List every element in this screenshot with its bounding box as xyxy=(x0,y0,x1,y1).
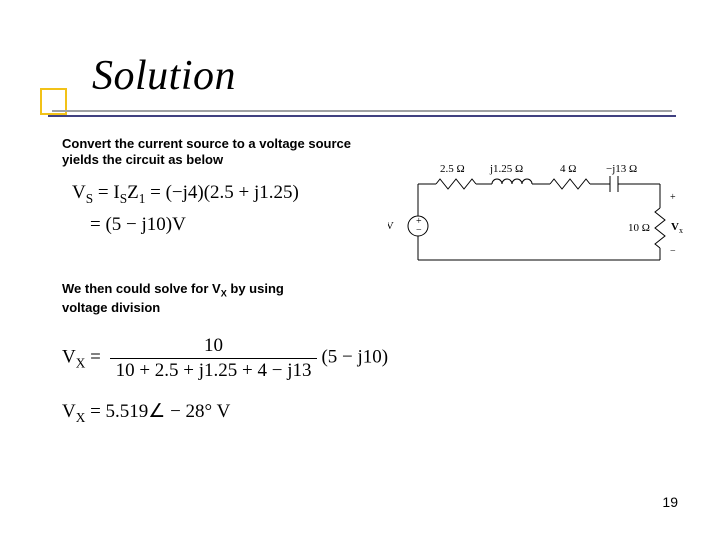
equation-vx-result: VX = 5.519∠ − 28° V xyxy=(62,400,662,426)
slide-title: Solution xyxy=(92,52,236,100)
eq-vs-lhs: V xyxy=(72,182,86,203)
label-vx: Vx xyxy=(671,221,683,235)
stmt-a: We then could solve for V xyxy=(62,281,221,296)
fraction-numerator: 10 xyxy=(110,334,318,358)
label-z4: −j13 Ω xyxy=(606,163,637,175)
eq-vx2-val: = 5.519∠ − 28° V xyxy=(85,401,230,422)
eq-vx2-lhs-sub: X xyxy=(76,410,86,425)
label-z2: j1.25 Ω xyxy=(489,163,523,175)
intro-text: Convert the current source to a voltage … xyxy=(62,136,382,169)
page-number: 19 xyxy=(662,494,678,510)
title-rule-bottom xyxy=(48,115,676,117)
eq-vx-lhs: V xyxy=(62,346,76,367)
eq-vx2-lhs: V xyxy=(62,401,76,422)
fraction: 1010 + 2.5 + j1.25 + 4 − j13 xyxy=(110,334,318,383)
vx-plus-icon: + xyxy=(670,192,676,203)
label-vs: VS = 5 − j10 V xyxy=(388,220,394,234)
fraction-denominator: 10 + 2.5 + j1.25 + 4 − j13 xyxy=(110,358,318,383)
eq-vx-lhs-sub: X xyxy=(76,355,86,370)
title-rule-top xyxy=(52,110,672,112)
eq-vs-rhs-a: = I xyxy=(93,182,120,203)
equation-vx: VX = 1010 + 2.5 + j1.25 + 4 − j13(5 − j1… xyxy=(62,334,662,383)
vx-minus-icon: − xyxy=(670,246,676,257)
label-z3: 4 Ω xyxy=(560,163,576,175)
label-z1: 2.5 Ω xyxy=(440,163,465,175)
eq-vs-rhs-b: Z xyxy=(127,182,139,203)
statement-text: We then could solve for VX by using volt… xyxy=(62,281,322,316)
eq-vs-rhs-a-sub: S xyxy=(120,190,127,205)
circuit-diagram: + − + − 2.5 Ω j1.25 Ω 4 Ω −j13 Ω 10 Ω VS… xyxy=(388,156,694,274)
eq-vx-tail: (5 − j10) xyxy=(321,346,388,367)
eq-vs-rhs-c: = (−j4)(2.5 + j1.25) xyxy=(145,182,299,203)
source-minus-icon: − xyxy=(416,225,422,236)
label-z5: 10 Ω xyxy=(628,222,650,234)
eq-vx-eq: = xyxy=(85,346,105,367)
